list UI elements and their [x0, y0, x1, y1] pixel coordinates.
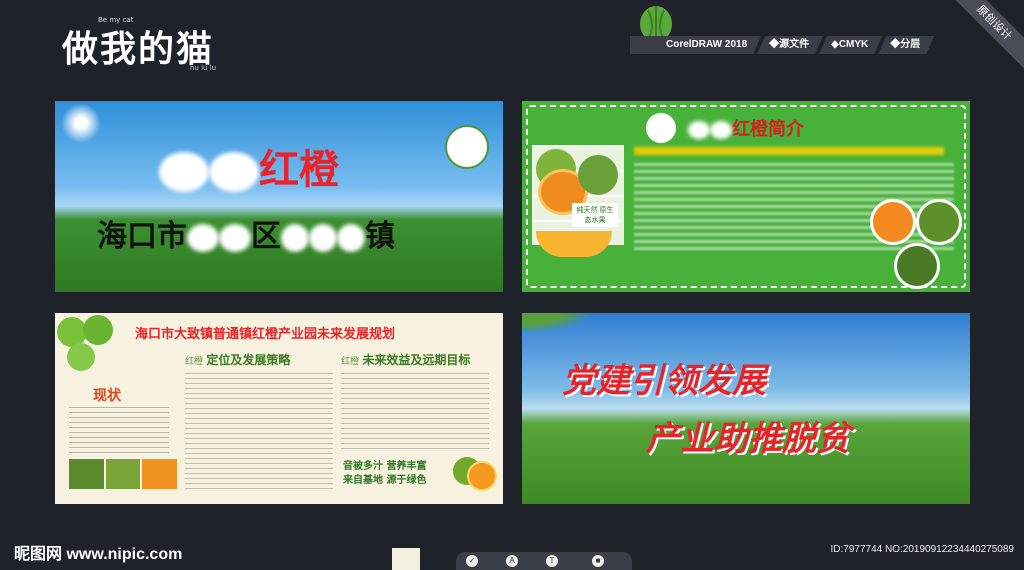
- status-photos: [69, 459, 178, 489]
- panel1-address: 海口市 区 镇: [97, 211, 395, 255]
- brand-badge-icon: [646, 113, 676, 143]
- panel-development-plan[interactable]: 海口市大致镇普通镇红橙产业园未来发展规划 现状 红橙 定位及发展策略 红橙 未来…: [55, 313, 503, 504]
- bottom-toolbar: ✓ A T ■: [456, 552, 632, 570]
- section-mid-title: 定位及发展策略: [206, 353, 291, 367]
- slogan-1: 音被多汁 营养丰富: [343, 461, 427, 472]
- panel-orange-intro[interactable]: 红橙简介 纯天然 原生态水果: [522, 101, 970, 292]
- slogan-2: 来自基地 源于绿色: [343, 475, 427, 486]
- logo-sub-text: hu lu lu: [190, 64, 217, 72]
- toolbar-item-software: CorelDRAW 2018: [630, 36, 761, 54]
- check-icon[interactable]: ✓: [466, 555, 478, 567]
- section-right-body-text: [341, 373, 489, 449]
- panel2-subtitle-blurred: [634, 147, 944, 155]
- orange-field-photo: [894, 243, 940, 289]
- panel-orange-sign[interactable]: 红橙 海口市 区 镇: [55, 101, 503, 292]
- text-icon[interactable]: T: [546, 555, 558, 567]
- panel2-title-text: 红橙简介: [732, 119, 804, 140]
- brand-badge-icon: [445, 125, 489, 169]
- original-design-ribbon: 原创设计: [936, 0, 1024, 81]
- section-status: 现状: [93, 388, 121, 404]
- green-orange-cluster-icon: [55, 313, 115, 373]
- section-right-header: 红橙 未来效益及远期目标: [341, 351, 470, 368]
- orange-tree-photo: [916, 199, 962, 245]
- layer-icon[interactable]: ■: [592, 555, 604, 567]
- ai-icon[interactable]: A: [506, 555, 518, 567]
- panel3-title: 海口市大致镇普通镇红橙产业园未来发展规划: [135, 327, 396, 342]
- leaves-icon: [522, 313, 592, 333]
- section-mid-body-text: [185, 373, 333, 493]
- panel1-title-text: 红橙: [259, 147, 339, 193]
- toolbar-item-source: ◆源文件: [757, 36, 823, 54]
- section-mid-header: 红橙 定位及发展策略: [185, 351, 290, 368]
- panel2-title: 红橙简介: [688, 115, 804, 141]
- slogan-line-1: 党建引领发展: [562, 361, 766, 401]
- orange-photo-grid: [532, 145, 624, 245]
- status-body-text: [69, 407, 169, 455]
- section-right-tag: 红橙: [341, 356, 360, 366]
- orange-circle-photo: [870, 199, 916, 245]
- slogan-line-2: 产业助推脱贫: [646, 419, 850, 459]
- section-mid-tag: 红橙: [185, 356, 204, 366]
- feature-toolbar: CorelDRAW 2018 ◆源文件 ◆CMYK ◆分层: [630, 36, 930, 54]
- toolbar-item-cmyk: ◆CMYK: [819, 36, 882, 54]
- image-id: ID:7977744 NO:20190912234440275089: [830, 544, 1015, 555]
- site-watermark: 昵图网 www.nipic.com: [14, 546, 183, 563]
- address-city: 海口市: [97, 219, 187, 254]
- natural-badge: 纯天然 原生态水果: [572, 203, 618, 227]
- address-district: 区: [251, 219, 281, 254]
- address-town: 镇: [365, 219, 395, 254]
- thumbnail-icon: [392, 548, 420, 570]
- section-right-title: 未来效益及远期目标: [362, 353, 471, 367]
- panel1-title: 红橙: [159, 137, 339, 195]
- panel-party-building[interactable]: 党建引领发展 产业助推脱贫: [522, 313, 970, 504]
- sun-icon: [61, 103, 101, 143]
- orange-fruit-icon: [451, 453, 497, 491]
- toolbar-item-layers: ◆分层: [878, 36, 934, 54]
